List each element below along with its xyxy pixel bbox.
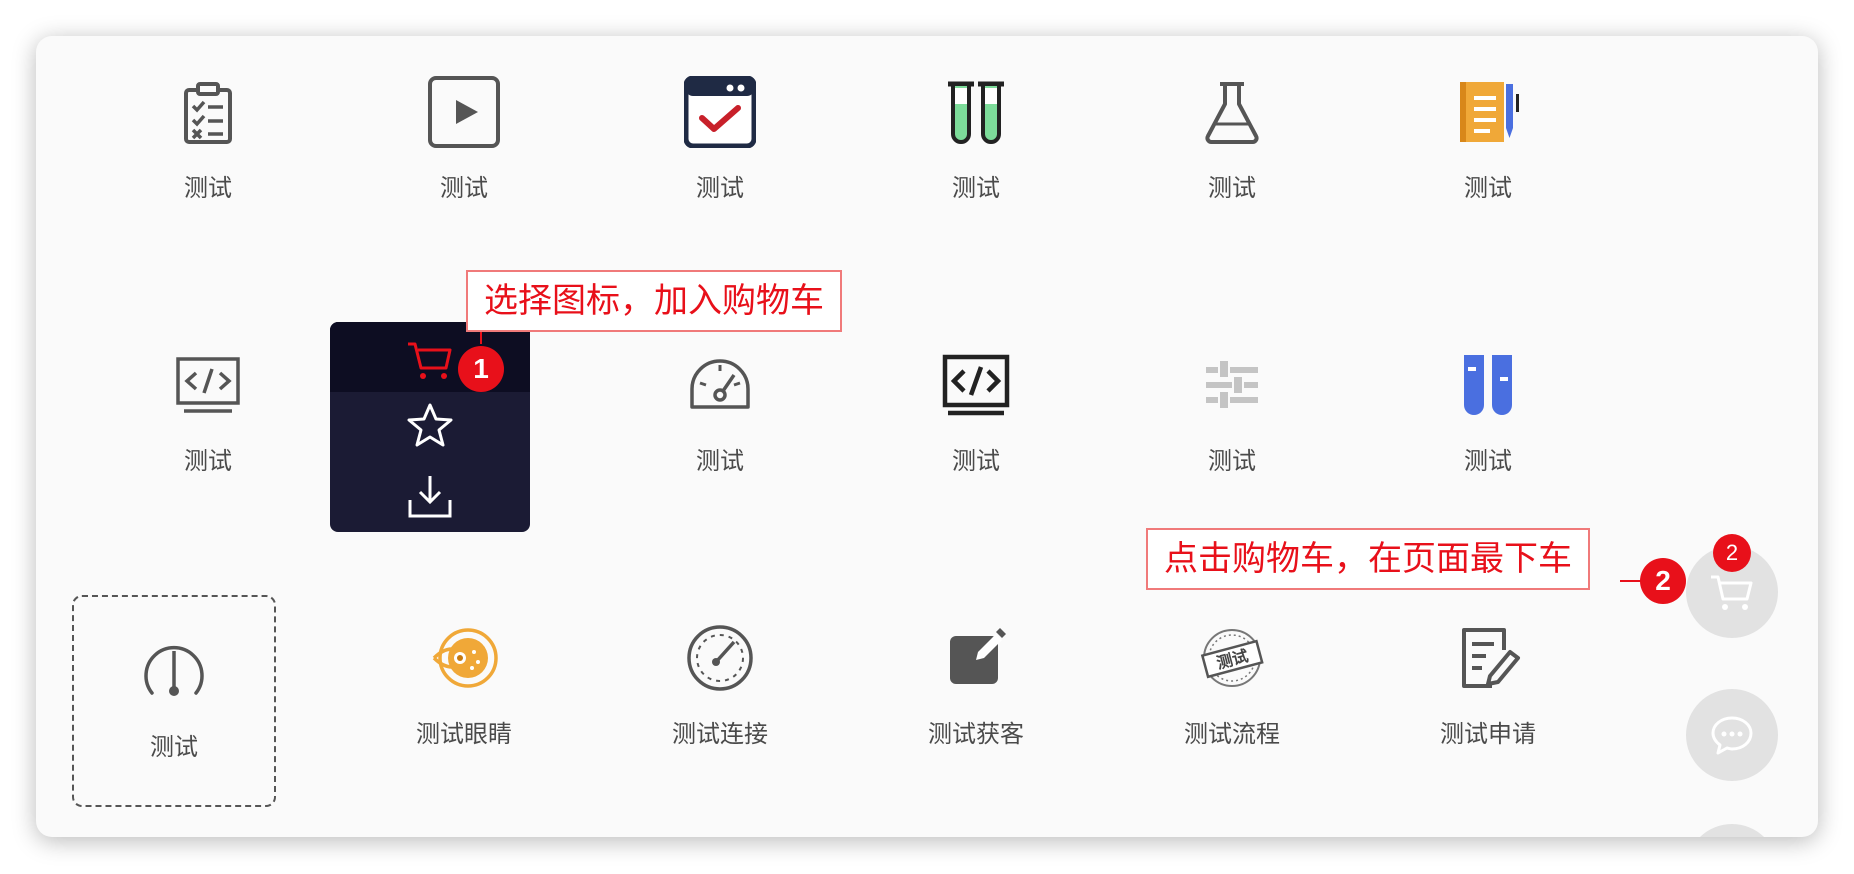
icon-card[interactable]: 测试 [618,309,822,521]
icon-label: 测试 [184,447,232,475]
speedometer-icon [684,349,756,421]
icon-label: 测试申请 [1440,720,1536,748]
icon-card[interactable]: 测试 [618,36,822,248]
icon-card[interactable]: 测试 [106,36,310,248]
icon-label: 测试 [952,447,1000,475]
icon-card[interactable]: 测试获客 [874,582,1078,794]
code-monitor-bold-icon [940,349,1012,421]
icon-card-selected[interactable]: 测试 [72,595,276,807]
icon-label: 测试 [1464,447,1512,475]
icon-label: 测试 [1208,174,1256,202]
icon-label: 测试流程 [1184,720,1280,748]
icon-label: 测试 [1208,447,1256,475]
gauge-icon [138,635,210,707]
flask-icon [1196,76,1268,148]
icon-label: 测试 [696,447,744,475]
annotation-line [480,330,482,344]
clipboard-checklist-icon [172,76,244,148]
download-button[interactable] [406,472,454,520]
notebook-pen-icon [1452,76,1524,148]
sliders-icon [1196,349,1268,421]
icon-card[interactable]: 测试 [1386,36,1590,248]
annotation-callout-2: 点击购物车，在页面最下车 [1146,528,1590,590]
icon-card[interactable]: 测试 [874,309,1078,521]
icon-label: 测试眼睛 [416,720,512,748]
more-button[interactable] [1686,824,1778,837]
icon-card[interactable]: 测试 [106,309,310,521]
chat-icon [1711,716,1753,755]
icon-library-panel: 测试 测试 测试 测试 测试 测试 测试 测试 测试 测试 测试 测试 测试眼睛… [36,36,1818,837]
icon-card[interactable]: 测试 [362,36,566,248]
annotation-callout-1: 选择图标，加入购物车 [466,270,842,332]
play-box-icon [428,76,500,148]
icon-card[interactable]: 测试 测试流程 [1130,582,1334,794]
browser-check-icon [684,76,756,148]
icon-label: 测试 [440,174,488,202]
step-marker-1: 1 [458,346,504,392]
icon-card[interactable]: 测试 [1130,309,1334,521]
icon-label: 测试 [696,174,744,202]
icon-card[interactable]: 测试眼睛 [362,582,566,794]
code-monitor-icon [172,349,244,421]
cart-count-badge: 2 [1713,534,1751,572]
download-icon [408,476,452,518]
icon-card[interactable]: 测试连接 [618,582,822,794]
add-to-cart-button[interactable] [406,336,454,384]
icon-action-overlay [330,322,530,532]
icon-label: 测试 [952,174,1000,202]
icon-card[interactable]: 测试 [1386,309,1590,521]
star-icon [407,403,453,447]
cart-icon [1711,575,1753,610]
icon-label: 测试 [1464,174,1512,202]
test-stamp-icon: 测试 [1196,622,1268,694]
step-marker-2: 2 [1640,558,1686,604]
favorite-button[interactable] [406,402,454,450]
cart-icon [408,342,452,379]
document-edit-icon [1452,622,1524,694]
icon-label: 测试获客 [928,720,1024,748]
annotation-line [1620,580,1642,582]
test-tubes-green-icon [940,76,1012,148]
test-tubes-blue-icon [1452,349,1524,421]
dial-icon [684,622,756,694]
eye-icon [428,622,500,694]
icon-label: 测试 [150,733,198,761]
icon-card[interactable]: 测试 [874,36,1078,248]
icon-card[interactable]: 测试 [1130,36,1334,248]
icon-label: 测试 [184,174,232,202]
icon-card[interactable]: 测试申请 [1386,582,1590,794]
icon-label: 测试连接 [672,720,768,748]
chat-button[interactable] [1686,689,1778,781]
edit-square-icon [940,622,1012,694]
